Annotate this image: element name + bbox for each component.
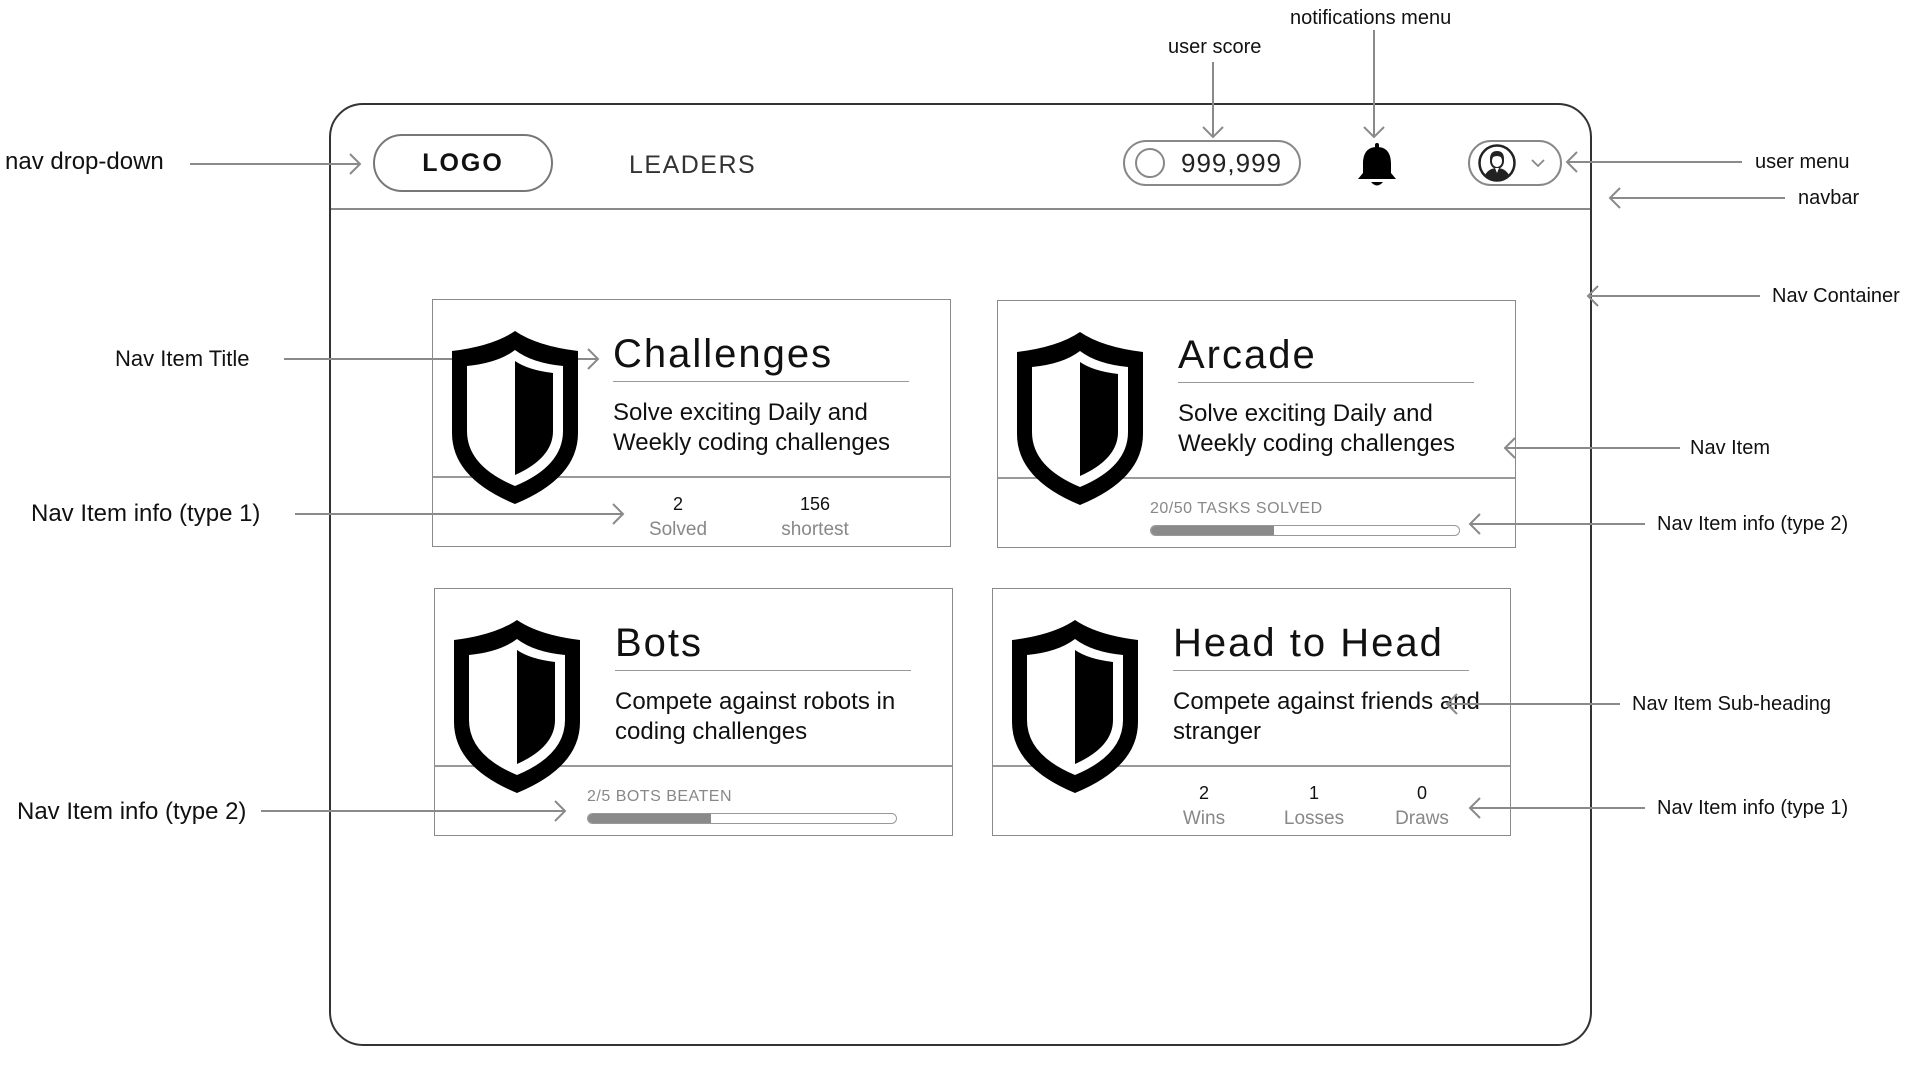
- stat-value: 156: [799, 494, 831, 514]
- annotation-nav-item-info-type2-right: Nav Item info (type 2): [1657, 513, 1849, 535]
- stat-losses: 1 Losses: [1269, 783, 1359, 830]
- stat-value: 0: [1416, 783, 1427, 803]
- nav-item-arcade[interactable]: Arcade Solve exciting Daily and Weekly c…: [997, 300, 1516, 548]
- annotation-user-score: user score: [1168, 36, 1262, 58]
- nav-item-subheading: Compete against robots in coding challen…: [615, 688, 896, 745]
- nav-item-challenges[interactable]: Challenges Solve exciting Daily and Week…: [432, 299, 951, 547]
- annotation-nav-item-info-type2-left: Nav Item info (type 2): [17, 798, 247, 825]
- stat-label: shortest: [781, 519, 849, 540]
- stat-draws: 0 Draws: [1377, 783, 1467, 830]
- annotation-nav-container: Nav Container: [1772, 285, 1900, 307]
- shield-icon: [452, 331, 578, 504]
- annotation-nav-item: Nav Item: [1690, 437, 1771, 459]
- user-menu[interactable]: [1468, 140, 1562, 186]
- bell-icon[interactable]: [1355, 142, 1399, 188]
- shield-icon: [454, 620, 580, 793]
- progress-bar: [1150, 525, 1460, 536]
- progress-label: 20/50 TASKS SOLVED: [1150, 500, 1323, 517]
- nav-container: LOGO LEADERS 999,999 Challenges Solve ex…: [329, 103, 1592, 1046]
- navbar: LOGO LEADERS 999,999: [331, 105, 1590, 210]
- annotation-nav-dropdown: nav drop-down: [5, 148, 164, 175]
- avatar-icon: [1478, 144, 1516, 182]
- nav-item-head-to-head[interactable]: Head to Head Compete against friends and…: [992, 588, 1511, 836]
- annotation-notifications-menu: notifications menu: [1290, 7, 1452, 29]
- stat-shortest: 156 shortest: [770, 494, 860, 541]
- progress-fill: [588, 814, 712, 823]
- stat-label: Wins: [1182, 808, 1226, 829]
- score-value: 999,999: [1181, 147, 1282, 178]
- stat-value: 2: [672, 494, 683, 514]
- nav-item-title: Arcade: [1178, 333, 1474, 383]
- annotation-nav-item-info-type1-left: Nav Item info (type 1): [31, 500, 261, 527]
- nav-item-title: Challenges: [613, 332, 909, 382]
- leaders-link[interactable]: LEADERS: [629, 151, 756, 180]
- stat-solved: 2 Solved: [633, 494, 723, 541]
- annotation-user-menu: user menu: [1755, 151, 1850, 173]
- coin-icon: [1135, 148, 1165, 178]
- annotation-navbar: navbar: [1798, 187, 1860, 209]
- nav-item-subheading: Compete against friends and stranger: [1173, 688, 1480, 745]
- shield-icon: [1017, 332, 1143, 505]
- nav-item-bots[interactable]: Bots Compete against robots in coding ch…: [434, 588, 953, 836]
- stat-value: 2: [1198, 783, 1209, 803]
- stat-label: Solved: [648, 519, 708, 540]
- stat-wins: 2 Wins: [1159, 783, 1249, 830]
- stat-value: 1: [1308, 783, 1319, 803]
- nav-item-title: Bots: [615, 621, 911, 671]
- nav-dropdown-logo-button[interactable]: LOGO: [373, 134, 553, 192]
- stat-label: Draws: [1395, 808, 1449, 829]
- nav-item-subheading: Solve exciting Daily and Weekly coding c…: [613, 399, 891, 456]
- progress-label: 2/5 BOTS BEATEN: [587, 788, 733, 805]
- user-score[interactable]: 999,999: [1123, 140, 1301, 186]
- annotation-nav-item-subheading: Nav Item Sub-heading: [1632, 693, 1832, 715]
- stat-label: Losses: [1283, 808, 1345, 829]
- annotation-nav-item-title: Nav Item Title: [115, 346, 250, 371]
- nav-item-subheading: Solve exciting Daily and Weekly coding c…: [1178, 400, 1456, 457]
- shield-icon: [1012, 620, 1138, 793]
- nav-item-title: Head to Head: [1173, 621, 1469, 671]
- annotation-nav-item-info-type1-right: Nav Item info (type 1): [1657, 797, 1849, 819]
- progress-fill: [1151, 526, 1275, 535]
- chevron-down-icon: [1531, 159, 1545, 168]
- progress-bar: [587, 813, 897, 824]
